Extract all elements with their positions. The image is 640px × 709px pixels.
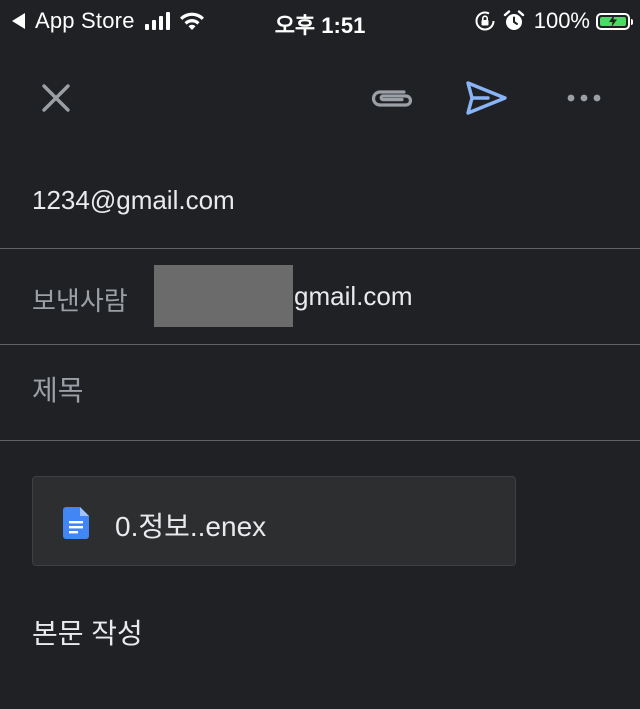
attach-button[interactable]	[368, 74, 416, 122]
redacted-block	[154, 265, 293, 327]
subject-field	[0, 345, 640, 441]
orientation-lock-icon	[475, 11, 495, 31]
compose-toolbar	[0, 54, 640, 138]
battery-fill	[600, 15, 626, 27]
from-field[interactable]: 보낸사람 gmail.com	[0, 249, 640, 345]
attachment-name: 0.정보..enex	[115, 511, 267, 542]
send-button[interactable]	[462, 74, 510, 122]
attachment-chip[interactable]: 0.정보..enex	[32, 476, 516, 566]
status-bar: App Store 오후 1:51 100%	[0, 0, 640, 42]
charging-bolt-icon	[609, 15, 617, 27]
alarm-icon	[503, 10, 524, 30]
paperclip-icon	[371, 90, 413, 107]
status-right: 100%	[474, 8, 633, 34]
google-docs-icon	[63, 507, 89, 539]
battery-percentage: 100%	[533, 8, 590, 33]
more-options-button[interactable]	[560, 74, 608, 122]
from-label: 보낸사람	[32, 286, 128, 316]
to-recipient[interactable]: 1234@gmail.com	[32, 185, 235, 216]
from-address[interactable]: gmail.com	[294, 281, 412, 312]
to-field[interactable]: 1234@gmail.com	[0, 153, 640, 249]
body-input[interactable]	[32, 612, 612, 672]
battery-icon	[596, 12, 633, 30]
subject-input[interactable]	[32, 369, 612, 413]
close-icon	[42, 84, 70, 112]
close-button[interactable]	[32, 74, 80, 122]
more-horizontal-icon	[567, 94, 601, 102]
send-icon	[466, 81, 507, 115]
